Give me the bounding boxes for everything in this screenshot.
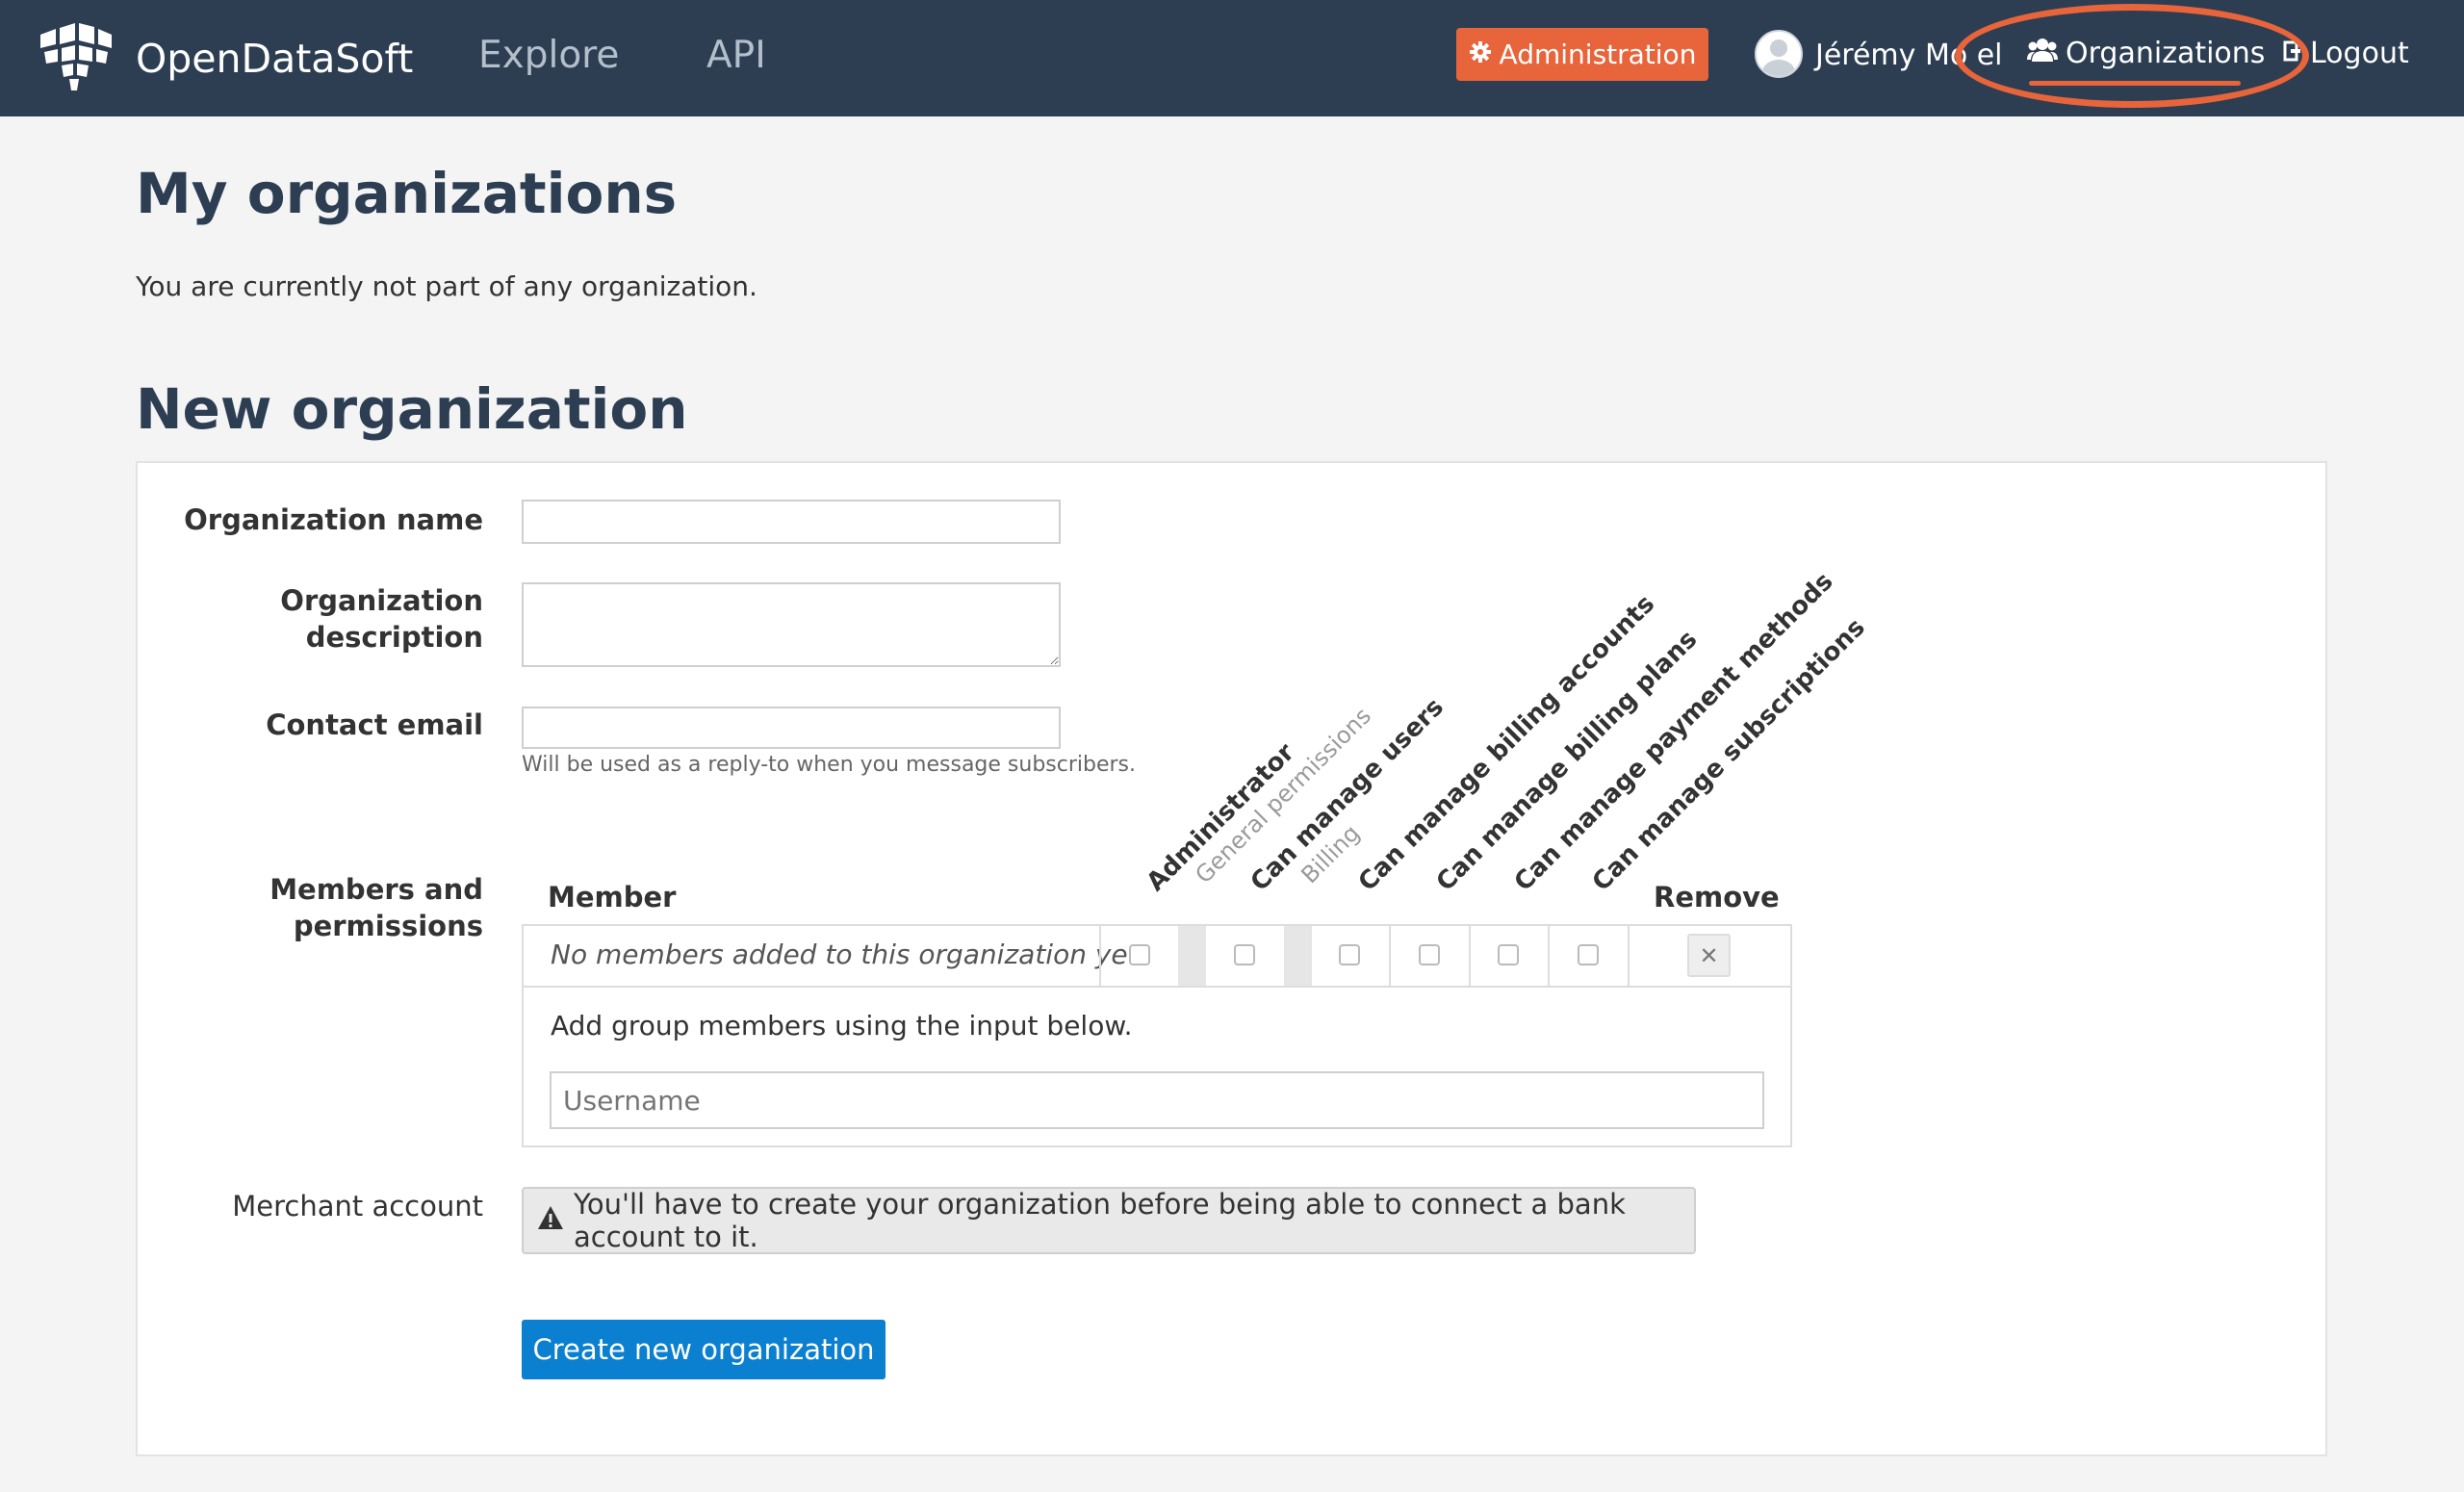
merchant-account-label: Merchant account <box>232 1190 483 1222</box>
members-permissions-label: Members and permissions <box>270 871 483 944</box>
organization-description-label: Organization description <box>280 582 483 656</box>
member-column-header: Member <box>548 881 677 913</box>
table-cell-divider <box>1548 926 1550 986</box>
close-icon: ✕ <box>1699 941 1719 969</box>
no-members-message: No members added to this organization ye… <box>551 939 1147 970</box>
table-row-divider <box>522 986 1792 988</box>
page-title: My organizations <box>136 161 678 226</box>
logout-link[interactable]: Logout <box>2283 35 2409 73</box>
manage-payment-methods-checkbox[interactable] <box>1498 944 1519 965</box>
new-organization-title: New organization <box>136 376 688 442</box>
merchant-account-warning: You'll have to create your organization … <box>522 1187 1696 1254</box>
organizations-label: Organizations <box>2066 37 2266 70</box>
manage-billing-plans-checkbox[interactable] <box>1419 944 1440 965</box>
members-permissions-label-line2: permissions <box>293 910 483 942</box>
table-cell-divider <box>1389 926 1391 986</box>
user-avatar-icon[interactable] <box>1755 30 1803 78</box>
manage-billing-accounts-checkbox[interactable] <box>1339 944 1360 965</box>
top-navbar: OpenDataSoft Explore API Administration … <box>0 0 2464 116</box>
contact-email-label: Contact email <box>266 708 483 741</box>
administration-label: Administration <box>1499 39 1697 70</box>
no-organizations-text: You are currently not part of any organi… <box>136 270 757 302</box>
organization-description-textarea[interactable] <box>522 582 1061 667</box>
table-cell-divider <box>1628 926 1630 986</box>
organization-name-input[interactable] <box>522 500 1061 544</box>
remove-column-header: Remove <box>1654 881 1780 913</box>
add-members-instruction: Add group members using the input below. <box>551 1010 1133 1042</box>
contact-email-help-text: Will be used as a reply-to when you mess… <box>522 753 1136 777</box>
organizations-link[interactable]: Organizations <box>2027 35 2265 73</box>
administration-button[interactable]: Administration <box>1456 28 1708 81</box>
contact-email-input[interactable] <box>522 707 1061 749</box>
gear-icon <box>1469 39 1492 70</box>
organization-description-label-line1: Organization <box>280 584 483 617</box>
members-permissions-label-line1: Members and <box>270 873 483 906</box>
opendatasoft-logo-icon[interactable] <box>37 23 114 94</box>
brand-name[interactable]: OpenDataSoft <box>136 36 413 82</box>
group-icon <box>2027 35 2058 73</box>
user-name[interactable]: Jérémy Mo el <box>1815 37 2003 75</box>
table-cell-divider <box>1469 926 1471 986</box>
warning-icon <box>537 1204 564 1237</box>
nav-api-link[interactable]: API <box>706 33 766 79</box>
organization-name-label: Organization name <box>184 503 483 536</box>
logout-icon <box>2283 35 2302 73</box>
organization-description-label-line2: description <box>305 621 483 654</box>
remove-member-button[interactable]: ✕ <box>1687 934 1731 977</box>
merchant-account-warning-text: You'll have to create your organization … <box>574 1188 1626 1253</box>
manage-users-checkbox[interactable] <box>1234 944 1255 965</box>
active-tab-indicator <box>2029 81 2241 86</box>
nav-explore-link[interactable]: Explore <box>478 33 619 79</box>
permission-group-separator <box>1284 926 1312 986</box>
username-input[interactable] <box>550 1071 1764 1129</box>
manage-subscriptions-checkbox[interactable] <box>1578 944 1599 965</box>
create-organization-button[interactable]: Create new organization <box>522 1320 886 1379</box>
administrator-checkbox[interactable] <box>1129 944 1150 965</box>
permission-group-separator <box>1178 926 1206 986</box>
table-cell-divider <box>1099 926 1101 986</box>
logout-label: Logout <box>2310 37 2409 70</box>
